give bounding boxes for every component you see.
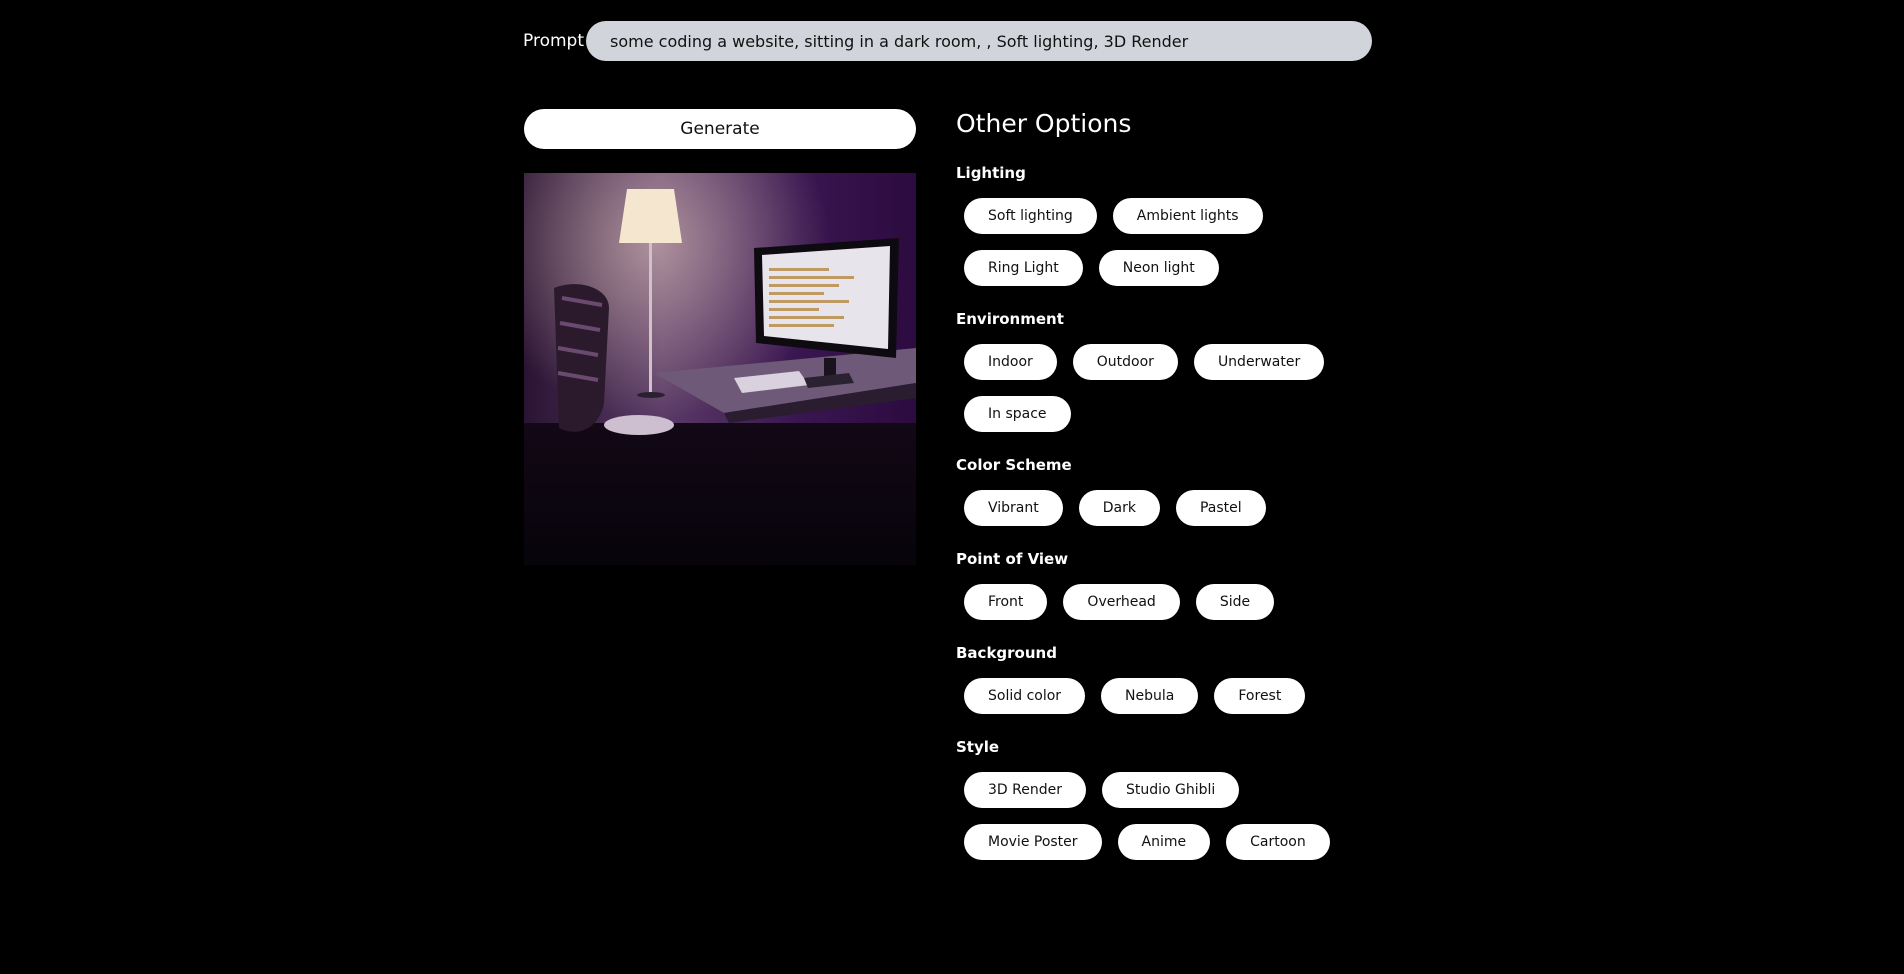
section-color-scheme: Color Scheme Vibrant Dark Pastel [956,456,1386,526]
section-environment: Environment Indoor Outdoor Underwater In… [956,310,1386,432]
prompt-input[interactable] [586,21,1372,61]
chip-nebula[interactable]: Nebula [1101,678,1199,714]
section-lighting: Lighting Soft lighting Ambient lights Ri… [956,164,1386,286]
chip-anime[interactable]: Anime [1117,824,1211,860]
chip-group-background: Solid color Nebula Forest [956,678,1386,714]
chip-forest[interactable]: Forest [1214,678,1306,714]
chip-ambient-lights[interactable]: Ambient lights [1112,198,1263,234]
chip-movie-poster[interactable]: Movie Poster [964,824,1102,860]
section-background: Background Solid color Nebula Forest [956,644,1386,714]
section-title-environment: Environment [956,310,1064,328]
chip-solid-color[interactable]: Solid color [964,678,1086,714]
chip-group-style: 3D Render Studio Ghibli Movie Poster Ani… [956,772,1386,860]
section-style: Style 3D Render Studio Ghibli Movie Post… [956,738,1386,860]
section-title-style: Style [956,738,1000,756]
chip-in-space[interactable]: In space [964,396,1071,432]
chip-overhead[interactable]: Overhead [1063,584,1180,620]
chip-indoor[interactable]: Indoor [964,344,1057,380]
chip-ring-light[interactable]: Ring Light [964,250,1083,286]
options-title: Other Options [956,109,1132,138]
generated-image [524,173,916,565]
section-title-point-of-view: Point of View [956,550,1069,568]
chip-3d-render[interactable]: 3D Render [964,772,1086,808]
section-point-of-view: Point of View Front Overhead Side [956,550,1386,620]
chip-group-environment: Indoor Outdoor Underwater In space [956,344,1386,432]
chip-pastel[interactable]: Pastel [1175,490,1266,526]
chip-underwater[interactable]: Underwater [1193,344,1325,380]
other-options-panel: Other Options Lighting Soft lighting Amb… [956,104,1386,884]
chip-side[interactable]: Side [1195,584,1275,620]
chip-vibrant[interactable]: Vibrant [964,490,1063,526]
generate-button[interactable]: Generate [524,109,916,149]
chip-cartoon[interactable]: Cartoon [1226,824,1330,860]
chip-neon-light[interactable]: Neon light [1098,250,1219,286]
chip-dark[interactable]: Dark [1078,490,1160,526]
chip-front[interactable]: Front [964,584,1048,620]
chip-group-lighting: Soft lighting Ambient lights Ring Light … [956,198,1386,286]
section-title-background: Background [956,644,1057,662]
chip-group-color-scheme: Vibrant Dark Pastel [956,490,1386,526]
section-title-color-scheme: Color Scheme [956,456,1072,474]
prompt-row: Prompt [523,21,1372,61]
chip-soft-lighting[interactable]: Soft lighting [964,198,1097,234]
prompt-label: Prompt [523,31,584,51]
chip-outdoor[interactable]: Outdoor [1072,344,1178,380]
chip-group-point-of-view: Front Overhead Side [956,584,1386,620]
chip-studio-ghibli[interactable]: Studio Ghibli [1101,772,1240,808]
section-title-lighting: Lighting [956,164,1026,182]
